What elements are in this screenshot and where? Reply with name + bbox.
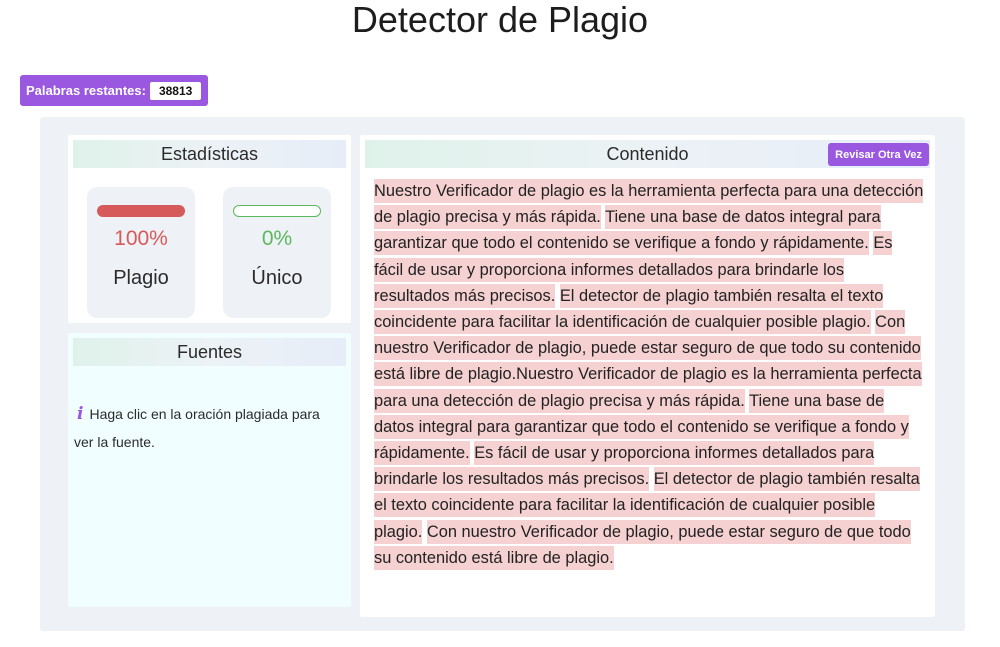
main-panel: Estadísticas 100% Plagio 0% Único Fuente… xyxy=(40,117,965,631)
sources-hint-text: Haga clic en la oración plagiada para ve… xyxy=(74,406,320,450)
plagio-percent: 100% xyxy=(114,227,168,250)
stats-header: Estadísticas xyxy=(73,140,346,168)
plagio-stat: 100% Plagio xyxy=(87,187,195,318)
recheck-button[interactable]: Revisar Otra Vez xyxy=(828,143,929,166)
unico-progress-bar xyxy=(233,205,321,217)
plagio-progress-bar xyxy=(97,205,185,217)
unico-label: Único xyxy=(251,267,303,289)
plagio-label: Plagio xyxy=(113,267,169,289)
words-remaining-count: 38813 xyxy=(149,81,202,100)
words-remaining-badge: Palabras restantes: 38813 xyxy=(20,75,209,106)
content-text: Nuestro Verificador de plagio es la herr… xyxy=(374,178,924,571)
stats-card: Estadísticas 100% Plagio 0% Único xyxy=(68,135,351,323)
unico-percent: 0% xyxy=(261,227,293,250)
words-remaining-label: Palabras restantes: xyxy=(26,83,146,98)
plagiarized-sentence[interactable]: Con nuestro Verificador de plagio, puede… xyxy=(374,519,911,570)
content-title: Contenido xyxy=(606,143,689,164)
content-card: Contenido Revisar Otra Vez Nuestro Verif… xyxy=(360,135,935,617)
sources-card: Fuentes i Haga clic en la oración plagiad… xyxy=(68,333,351,607)
page-title: Detector de Plagio xyxy=(351,0,649,40)
sources-header: Fuentes xyxy=(73,338,346,366)
unico-stat: 0% Único xyxy=(223,187,331,318)
sources-hint: i Haga clic en la oración plagiada para v… xyxy=(74,400,339,456)
info-icon: i xyxy=(77,404,84,424)
